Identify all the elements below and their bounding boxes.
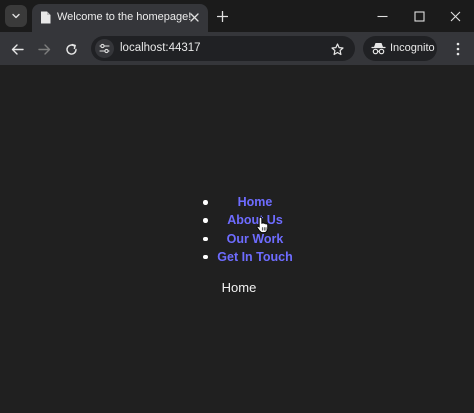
nav-link-our-work[interactable]: Our Work (227, 232, 284, 246)
nav-link-home[interactable]: Home (238, 195, 273, 209)
plus-icon (216, 10, 228, 22)
tab-search-button[interactable] (5, 5, 27, 27)
nav-item-about-us: About Us (200, 211, 310, 229)
chevron-down-icon (12, 13, 20, 19)
star-icon (330, 42, 344, 55)
minimize-icon (377, 15, 387, 17)
page-favicon-icon (41, 11, 51, 24)
tab-close-button[interactable] (187, 10, 201, 24)
address-bar[interactable]: localhost:44317 (91, 36, 355, 61)
site-nav: Home About Us Our Work Get In Touch (200, 193, 310, 266)
bullet-icon (203, 218, 208, 223)
current-section-heading: Home (0, 280, 474, 295)
window-close-button[interactable] (445, 6, 465, 26)
forward-button[interactable] (34, 39, 54, 59)
site-info-button[interactable] (95, 39, 114, 58)
incognito-indicator[interactable]: Incognito (363, 36, 437, 61)
close-icon (450, 11, 460, 21)
nav-item-get-in-touch: Get In Touch (200, 248, 310, 266)
url-text[interactable]: localhost:44317 (120, 42, 201, 54)
incognito-icon (371, 43, 386, 55)
minimize-button[interactable] (372, 6, 392, 26)
nav-link-get-in-touch[interactable]: Get In Touch (217, 250, 292, 264)
browser-window: Welcome to the homepage! localhost:44317… (0, 0, 474, 413)
tab-strip: Welcome to the homepage! (0, 0, 474, 32)
current-section-text: Home (221, 280, 257, 295)
tune-icon (99, 43, 110, 54)
incognito-label: Incognito (390, 42, 435, 54)
back-button[interactable] (7, 39, 27, 59)
arrow-left-icon (11, 43, 24, 55)
nav-item-home: Home (200, 193, 310, 211)
bullet-icon (203, 254, 208, 260)
close-icon (189, 12, 199, 22)
more-vertical-icon (456, 42, 460, 56)
bullet-icon (203, 236, 208, 242)
hand-pointer-cursor-icon (256, 216, 269, 234)
nav-link-about-us[interactable]: About Us (227, 213, 283, 227)
new-tab-button[interactable] (213, 7, 231, 25)
reload-button[interactable] (61, 39, 81, 59)
browser-toolbar: localhost:44317 Incognito (0, 32, 474, 65)
bullet-icon (203, 200, 208, 205)
page-content: Home About Us Our Work Get In Touch Home (0, 65, 474, 413)
arrow-right-icon (37, 43, 50, 55)
maximize-button[interactable] (409, 6, 429, 26)
bookmark-button[interactable] (328, 40, 346, 58)
active-tab[interactable]: Welcome to the homepage! (32, 4, 208, 32)
maximize-icon (413, 10, 425, 22)
tab-title: Welcome to the homepage! (57, 11, 192, 23)
reload-icon (65, 43, 77, 55)
nav-item-our-work: Our Work (200, 230, 310, 248)
browser-menu-button[interactable] (448, 39, 468, 59)
